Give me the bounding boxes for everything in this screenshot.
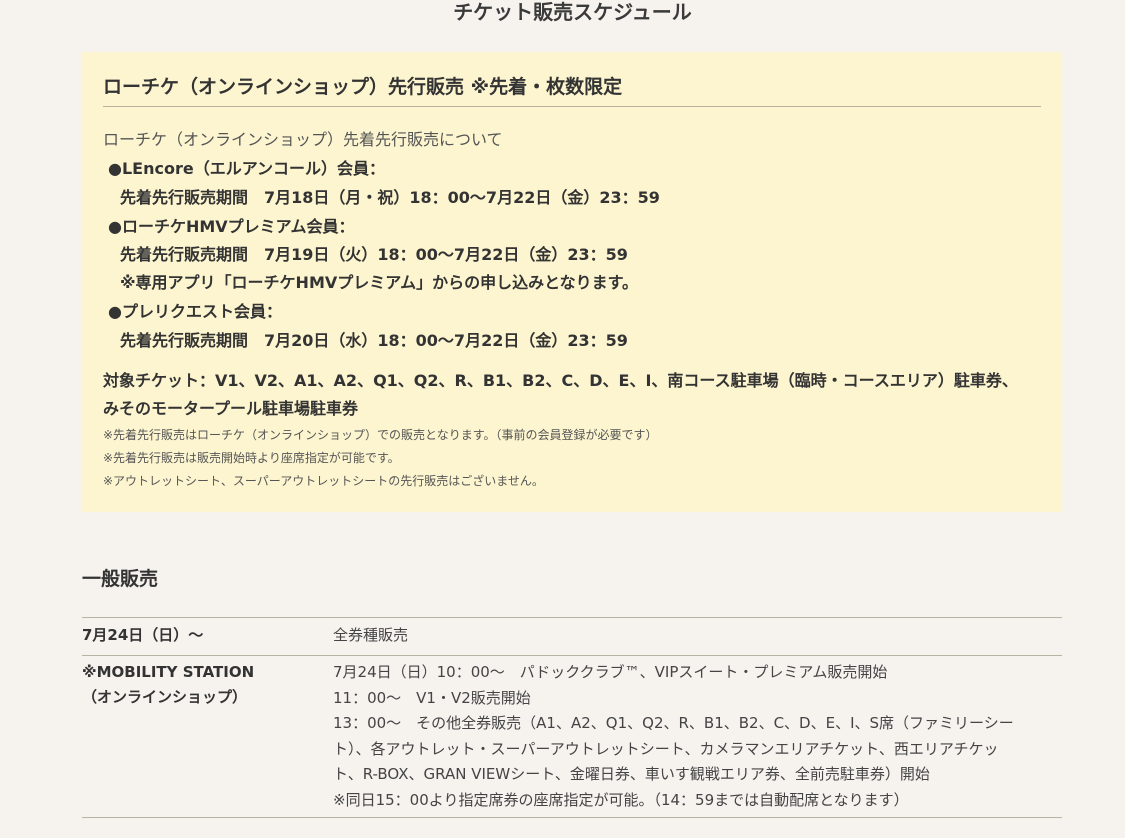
row-label-line: ※MOBILITY STATION: [82, 663, 255, 681]
page-title: チケット販売スケジュール: [453, 0, 692, 24]
row-value: 7月24日（日）10：00〜 パドッククラブ™、VIPスイート・プレミアム販売開…: [333, 656, 1062, 817]
presale-section: ローチケ（オンラインショップ）先行販売 ※先着・枚数限定 ローチケ（オンラインシ…: [82, 52, 1062, 512]
member-hmv-premium-name: ●ローチケHMVプレミアム会員：: [108, 217, 355, 236]
member-lencore-name: ●LEncore（エルアンコール）会員：: [108, 159, 386, 178]
presale-note: ※先着先行販売はローチケ（オンラインショップ）での販売となります。（事前の会員登…: [103, 428, 658, 442]
row-value-line: 11：00〜 V1・V2販売開始: [333, 688, 531, 707]
row-value-line: 13：00〜 その他全券販売（A1、A2、Q1、Q2、R、B1、B2、C、D、E…: [333, 714, 1014, 732]
presale-intro: ローチケ（オンラインショップ）先着先行販売について: [103, 130, 503, 149]
row-value-line: ト、R-BOX、GRAN VIEWシート、金曜日券、車いす観戦エリア券、全前売駐…: [333, 765, 930, 783]
row-value: 全券種販売: [333, 618, 1062, 655]
general-sale-table: 7月24日（日）〜 全券種販売 ※MOBILITY STATION （オンライン…: [82, 617, 1062, 838]
member-prerequest-period: 先着先行販売期間 7月20日（水）18：00〜7月22日（金）23：59: [120, 331, 628, 350]
member-lencore-period: 先着先行販売期間 7月18日（月・祝）18：00〜7月22日（金）23：59: [120, 188, 660, 207]
member-prerequest-name: ●プレリクエスト会員：: [108, 302, 282, 321]
row-value-line: ※同日15：00より指定席券の座席指定が可能。（14：59までは自動配席となりま…: [333, 790, 909, 809]
row-value-line: 7月24日（日）10：00〜 パドッククラブ™、VIPスイート・プレミアム販売開…: [333, 663, 888, 681]
presale-note: ※先着先行販売は販売開始時より座席指定が可能です。: [103, 451, 400, 465]
member-hmv-premium-note: ※専用アプリ「ローチケHMVプレミアム」からの申し込みとなります。: [120, 273, 639, 292]
table-row: 7月24日（日）〜 全券種販売: [82, 617, 1062, 655]
row-value-line: ト）、各アウトレット・スーパーアウトレットシート、カメラマンエリアチケット、西エ…: [333, 739, 999, 758]
presale-heading: ローチケ（オンラインショップ）先行販売 ※先着・枚数限定: [103, 74, 1041, 107]
row-label-line: （オンラインショップ）: [82, 688, 248, 706]
row-value-line: 全券種販売: [333, 626, 409, 644]
target-tickets: 対象チケット：V1、V2、A1、A2、Q1、Q2、R、B1、B2、C、D、E、I…: [103, 371, 1018, 418]
row-label: ※MOBILITY STATION （オンラインショップ）: [82, 656, 333, 817]
row-label: 7月24日（日）〜: [82, 618, 333, 655]
member-hmv-premium-period: 先着先行販売期間 7月19日（火）18：00〜7月22日（金）23：59: [120, 245, 628, 264]
row-label-line: 7月24日（日）〜: [82, 626, 204, 644]
table-row: ※MOBILITY STATION （オンラインショップ） 7月24日（日）10…: [82, 655, 1062, 817]
general-sale-heading: 一般販売: [82, 568, 159, 590]
presale-note: ※アウトレットシート、スーパーアウトレットシートの先行販売はございません。: [103, 474, 544, 488]
